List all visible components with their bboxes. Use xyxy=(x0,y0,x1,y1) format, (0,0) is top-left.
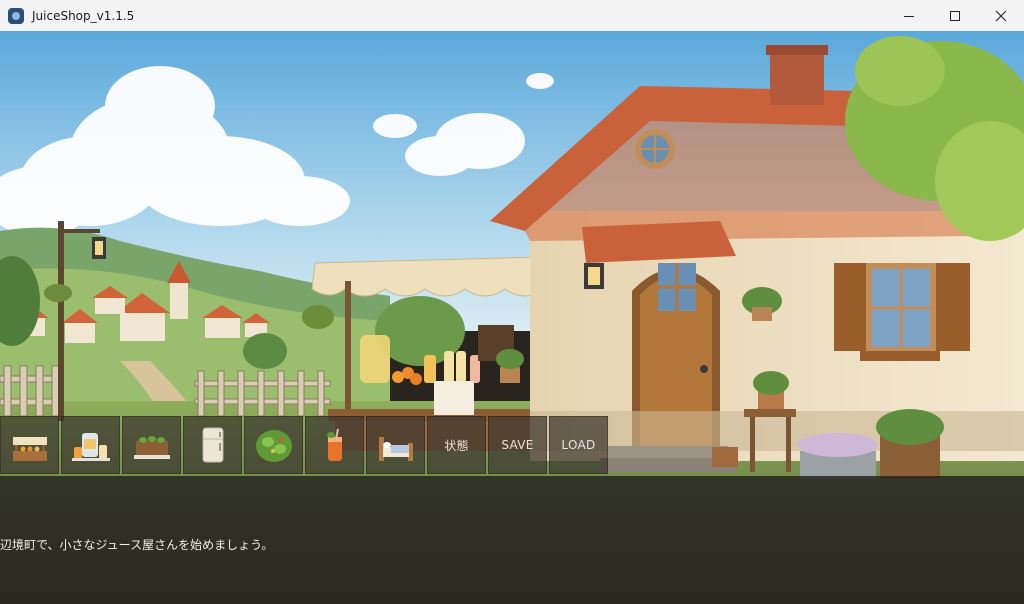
toolbar-button-juice-glass[interactable] xyxy=(305,416,364,474)
maximize-icon xyxy=(950,10,960,21)
maximize-button[interactable] xyxy=(932,0,978,31)
juice-stand-icon xyxy=(12,437,47,461)
game-window: JuiceShop_v1.1.5 状態 SAVE LOAD 辺境町で、小さなジュ… xyxy=(0,0,1024,604)
minimize-icon xyxy=(904,15,914,17)
toolbar-button-juicer-tools[interactable] xyxy=(61,416,120,474)
message-text: 辺境町で、小さなジュース屋さんを始めましょう。 xyxy=(0,538,274,552)
toolbar-button-bed[interactable] xyxy=(366,416,425,474)
refrigerator-icon xyxy=(202,427,223,463)
close-button[interactable] xyxy=(978,0,1024,31)
save-button[interactable]: SAVE xyxy=(488,416,547,474)
toolbar-button-planter-box[interactable] xyxy=(122,416,181,474)
load-label: LOAD xyxy=(561,438,596,452)
planter-box-icon xyxy=(133,436,170,459)
toolbar-button-refrigerator[interactable] xyxy=(183,416,242,474)
close-icon xyxy=(995,10,1007,21)
juice-glass-icon xyxy=(326,428,342,461)
title-bar: JuiceShop_v1.1.5 xyxy=(0,0,1024,32)
toolbar-button-vegetable-garden[interactable] xyxy=(244,416,303,474)
window-controls xyxy=(886,0,1024,31)
minimize-button[interactable] xyxy=(886,0,932,31)
app-icon xyxy=(8,7,24,24)
game-toolbar: 状態 SAVE LOAD xyxy=(0,416,608,476)
bed-icon xyxy=(378,437,413,461)
load-button[interactable]: LOAD xyxy=(549,416,608,474)
message-box[interactable]: 辺境町で、小さなジュース屋さんを始めましょう。 xyxy=(0,476,1024,604)
toolbar-button-juice-stand[interactable] xyxy=(0,416,59,474)
game-scene[interactable]: 状態 SAVE LOAD 辺境町で、小さなジュース屋さんを始めましょう。 xyxy=(0,31,1024,604)
vegetable-garden-icon xyxy=(255,430,292,462)
window-title: JuiceShop_v1.1.5 xyxy=(32,8,135,23)
save-label: SAVE xyxy=(501,438,534,452)
status-label: 状態 xyxy=(444,438,469,453)
status-button[interactable]: 状態 xyxy=(427,416,486,474)
juicer-tools-icon xyxy=(71,433,110,461)
